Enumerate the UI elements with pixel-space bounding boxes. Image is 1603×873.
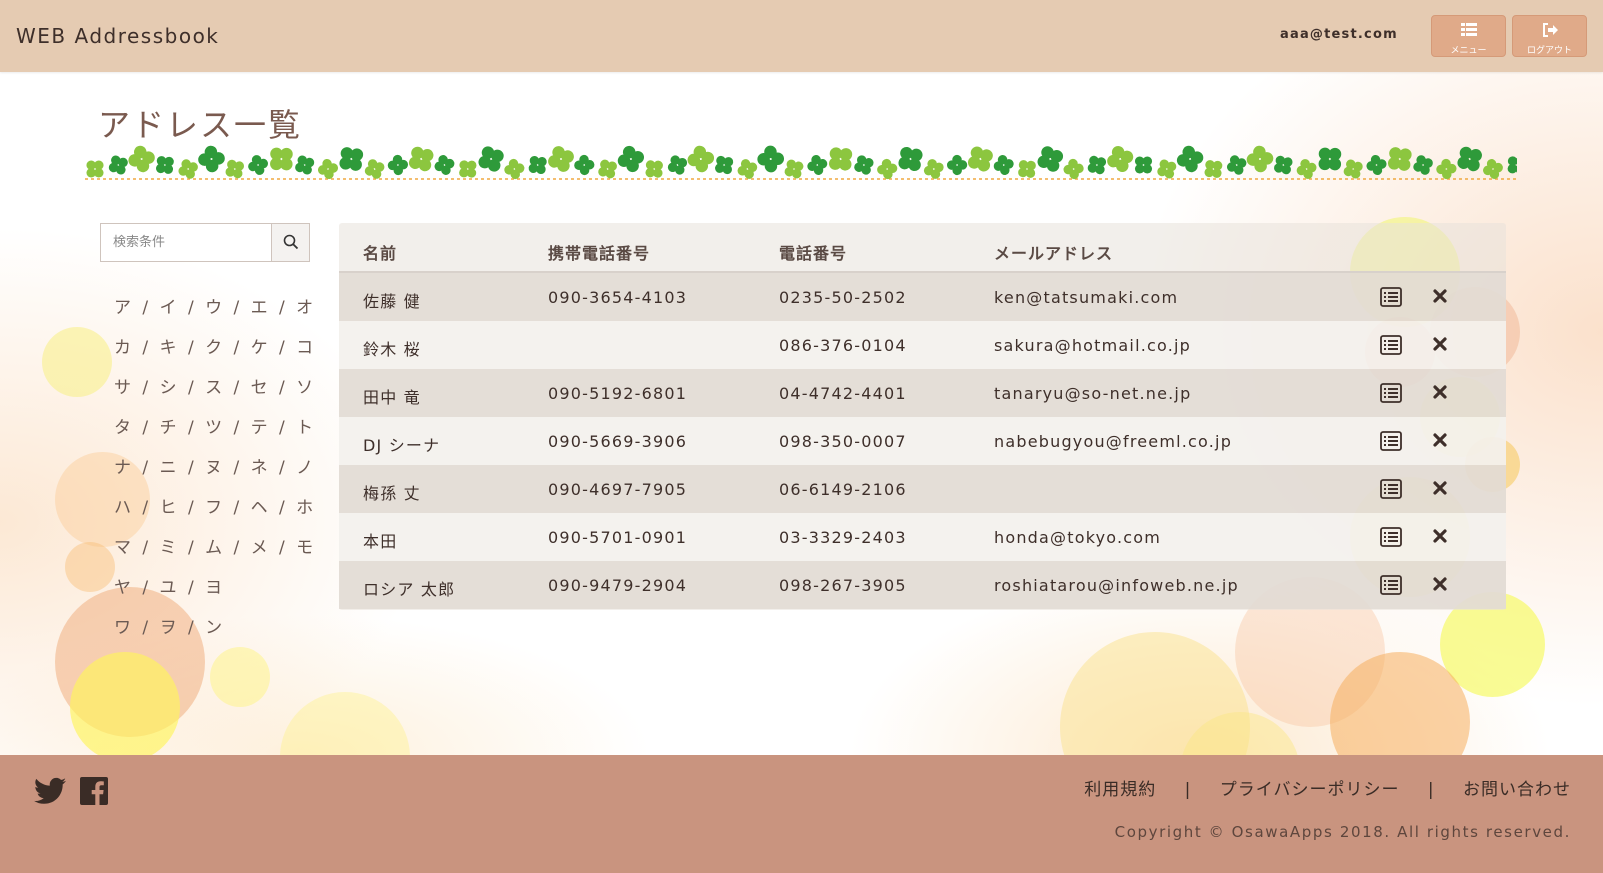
contact-link[interactable]: お問い合わせ <box>1463 780 1571 800</box>
cell-mobile: 090-5192-6801 <box>548 384 688 403</box>
delete-x-icon[interactable] <box>1432 336 1448 356</box>
menu-button[interactable]: メニュー <box>1431 15 1506 57</box>
delete-x-icon[interactable] <box>1432 384 1448 404</box>
search-icon <box>283 234 299 250</box>
kana-nav-item-ta[interactable]: タ / チ / ツ / テ / ト <box>114 413 316 453</box>
search-button[interactable] <box>271 224 309 261</box>
cell-mobile: 090-5701-0901 <box>548 528 688 547</box>
cell-tel: 03-3329-2403 <box>779 528 907 547</box>
cell-tel: 0235-50-2502 <box>779 288 907 307</box>
column-header-name: 名前 <box>363 244 398 263</box>
table-row: 佐藤 健 090-3654-4103 0235-50-2502 ken@tatsuma… <box>339 273 1506 321</box>
kana-nav-item-sa[interactable]: サ / シ / ス / セ / ソ <box>114 373 316 413</box>
cell-mobile: 090-3654-4103 <box>548 288 688 307</box>
kana-nav-item-ha[interactable]: ハ / ヒ / フ / ヘ / ホ <box>114 493 316 533</box>
decor-bubble <box>42 327 112 397</box>
table-row: 本田 090-5701-0901 03-3329-2403 honda@tokyo.c… <box>339 513 1506 561</box>
detail-list-icon[interactable] <box>1380 383 1402 407</box>
twitter-icon[interactable] <box>34 777 66 809</box>
table-row: 梅孫 丈 090-4697-7905 06-6149-2106 <box>339 465 1506 513</box>
list-icon <box>1432 23 1505 40</box>
user-email: aaa@test.com <box>1280 27 1398 42</box>
address-table: 名前 携帯電話番号 電話番号 メールアドレス 佐藤 健 090-3654-4103… <box>339 223 1506 610</box>
cell-email: ken@tatsumaki.com <box>994 288 1179 307</box>
decor-bubble <box>70 652 180 755</box>
delete-x-icon[interactable] <box>1432 528 1448 548</box>
detail-list-icon[interactable] <box>1380 479 1402 503</box>
search-input[interactable] <box>101 224 271 261</box>
cell-email: roshiatarou@infoweb.ne.jp <box>994 576 1239 595</box>
cell-tel: 098-350-0007 <box>779 432 907 451</box>
kana-nav-item-a[interactable]: ア / イ / ウ / エ / オ <box>114 293 316 333</box>
cell-name: 佐藤 健 <box>363 292 421 311</box>
cell-name: 本田 <box>363 532 398 551</box>
cell-tel: 04-4742-4401 <box>779 384 907 403</box>
kana-nav-item-ya[interactable]: ヤ / ユ / ヨ <box>114 573 316 613</box>
table-row: 田中 竜 090-5192-6801 04-4742-4401 tanaryu@so-… <box>339 369 1506 417</box>
cell-tel: 06-6149-2106 <box>779 480 907 499</box>
menu-button-label: メニュー <box>1450 46 1487 56</box>
copyright-text: Copyright © OsawaApps 2018. All rights r… <box>1114 823 1571 841</box>
decor-bubble <box>280 692 410 755</box>
footer: 利用規約 | プライバシーポリシー | お問い合わせ Copyright © O… <box>0 755 1603 873</box>
cell-email: tanaryu@so-net.ne.jp <box>994 384 1192 403</box>
column-header-email: メールアドレス <box>994 244 1114 263</box>
kana-nav-item-wa[interactable]: ワ / ヲ / ン <box>114 613 316 653</box>
footer-links: 利用規約 | プライバシーポリシー | お問い合わせ <box>1084 775 1571 800</box>
top-navbar: WEB Addressbook aaa@test.com メニュー ログアウト <box>0 0 1603 72</box>
cell-name: 田中 竜 <box>363 388 421 407</box>
column-header-mobile: 携帯電話番号 <box>548 244 651 263</box>
footer-separator: | <box>1184 780 1192 800</box>
decor-bubble <box>65 542 115 592</box>
table-row: 鈴木 桜 086-376-0104 sakura@hotmail.co.jp <box>339 321 1506 369</box>
detail-list-icon[interactable] <box>1380 335 1402 359</box>
facebook-icon[interactable] <box>80 777 108 809</box>
table-row: DJ シーナ 090-5669-3906 098-350-0007 nabebugyo… <box>339 417 1506 465</box>
kana-nav-item-ma[interactable]: マ / ミ / ム / メ / モ <box>114 533 316 573</box>
kana-nav-item-na[interactable]: ナ / ニ / ヌ / ネ / ノ <box>114 453 316 493</box>
clover-border-decoration <box>85 145 1517 182</box>
search-box <box>100 223 310 262</box>
kana-nav-item-ka[interactable]: カ / キ / ク / ケ / コ <box>114 333 316 373</box>
cell-mobile: 090-9479-2904 <box>548 576 688 595</box>
brand-title[interactable]: WEB Addressbook <box>16 24 219 48</box>
logout-button-label: ログアウト <box>1526 46 1572 56</box>
column-header-tel: 電話番号 <box>779 244 848 263</box>
table-header: 名前 携帯電話番号 電話番号 メールアドレス <box>339 223 1506 273</box>
privacy-policy-link[interactable]: プライバシーポリシー <box>1220 780 1400 800</box>
delete-x-icon[interactable] <box>1432 288 1448 308</box>
cell-name: 梅孫 丈 <box>363 484 421 503</box>
decor-bubble <box>210 647 270 707</box>
sign-out-icon <box>1513 23 1586 40</box>
cell-name: DJ シーナ <box>363 436 441 455</box>
cell-name: 鈴木 桜 <box>363 340 421 359</box>
footer-separator: | <box>1427 780 1435 800</box>
cell-mobile: 090-5669-3906 <box>548 432 688 451</box>
cell-mobile: 090-4697-7905 <box>548 480 688 499</box>
cell-email: sakura@hotmail.co.jp <box>994 336 1191 355</box>
kana-index-nav: ア / イ / ウ / エ / オ カ / キ / ク / ケ / コ サ / … <box>114 293 316 653</box>
detail-list-icon[interactable] <box>1380 575 1402 599</box>
cell-tel: 098-267-3905 <box>779 576 907 595</box>
cell-name: ロシア 太郎 <box>363 580 456 599</box>
cell-email: nabebugyou@freeml.co.jp <box>994 432 1233 451</box>
delete-x-icon[interactable] <box>1432 576 1448 596</box>
delete-x-icon[interactable] <box>1432 480 1448 500</box>
cell-tel: 086-376-0104 <box>779 336 907 355</box>
detail-list-icon[interactable] <box>1380 527 1402 551</box>
detail-list-icon[interactable] <box>1380 431 1402 455</box>
logout-button[interactable]: ログアウト <box>1512 15 1587 57</box>
cell-email: honda@tokyo.com <box>994 528 1162 547</box>
delete-x-icon[interactable] <box>1432 432 1448 452</box>
page-title: アドレス一覧 <box>98 106 303 144</box>
detail-list-icon[interactable] <box>1380 287 1402 311</box>
terms-link[interactable]: 利用規約 <box>1084 780 1156 800</box>
table-row: ロシア 太郎 090-9479-2904 098-267-3905 roshiatar… <box>339 561 1506 609</box>
